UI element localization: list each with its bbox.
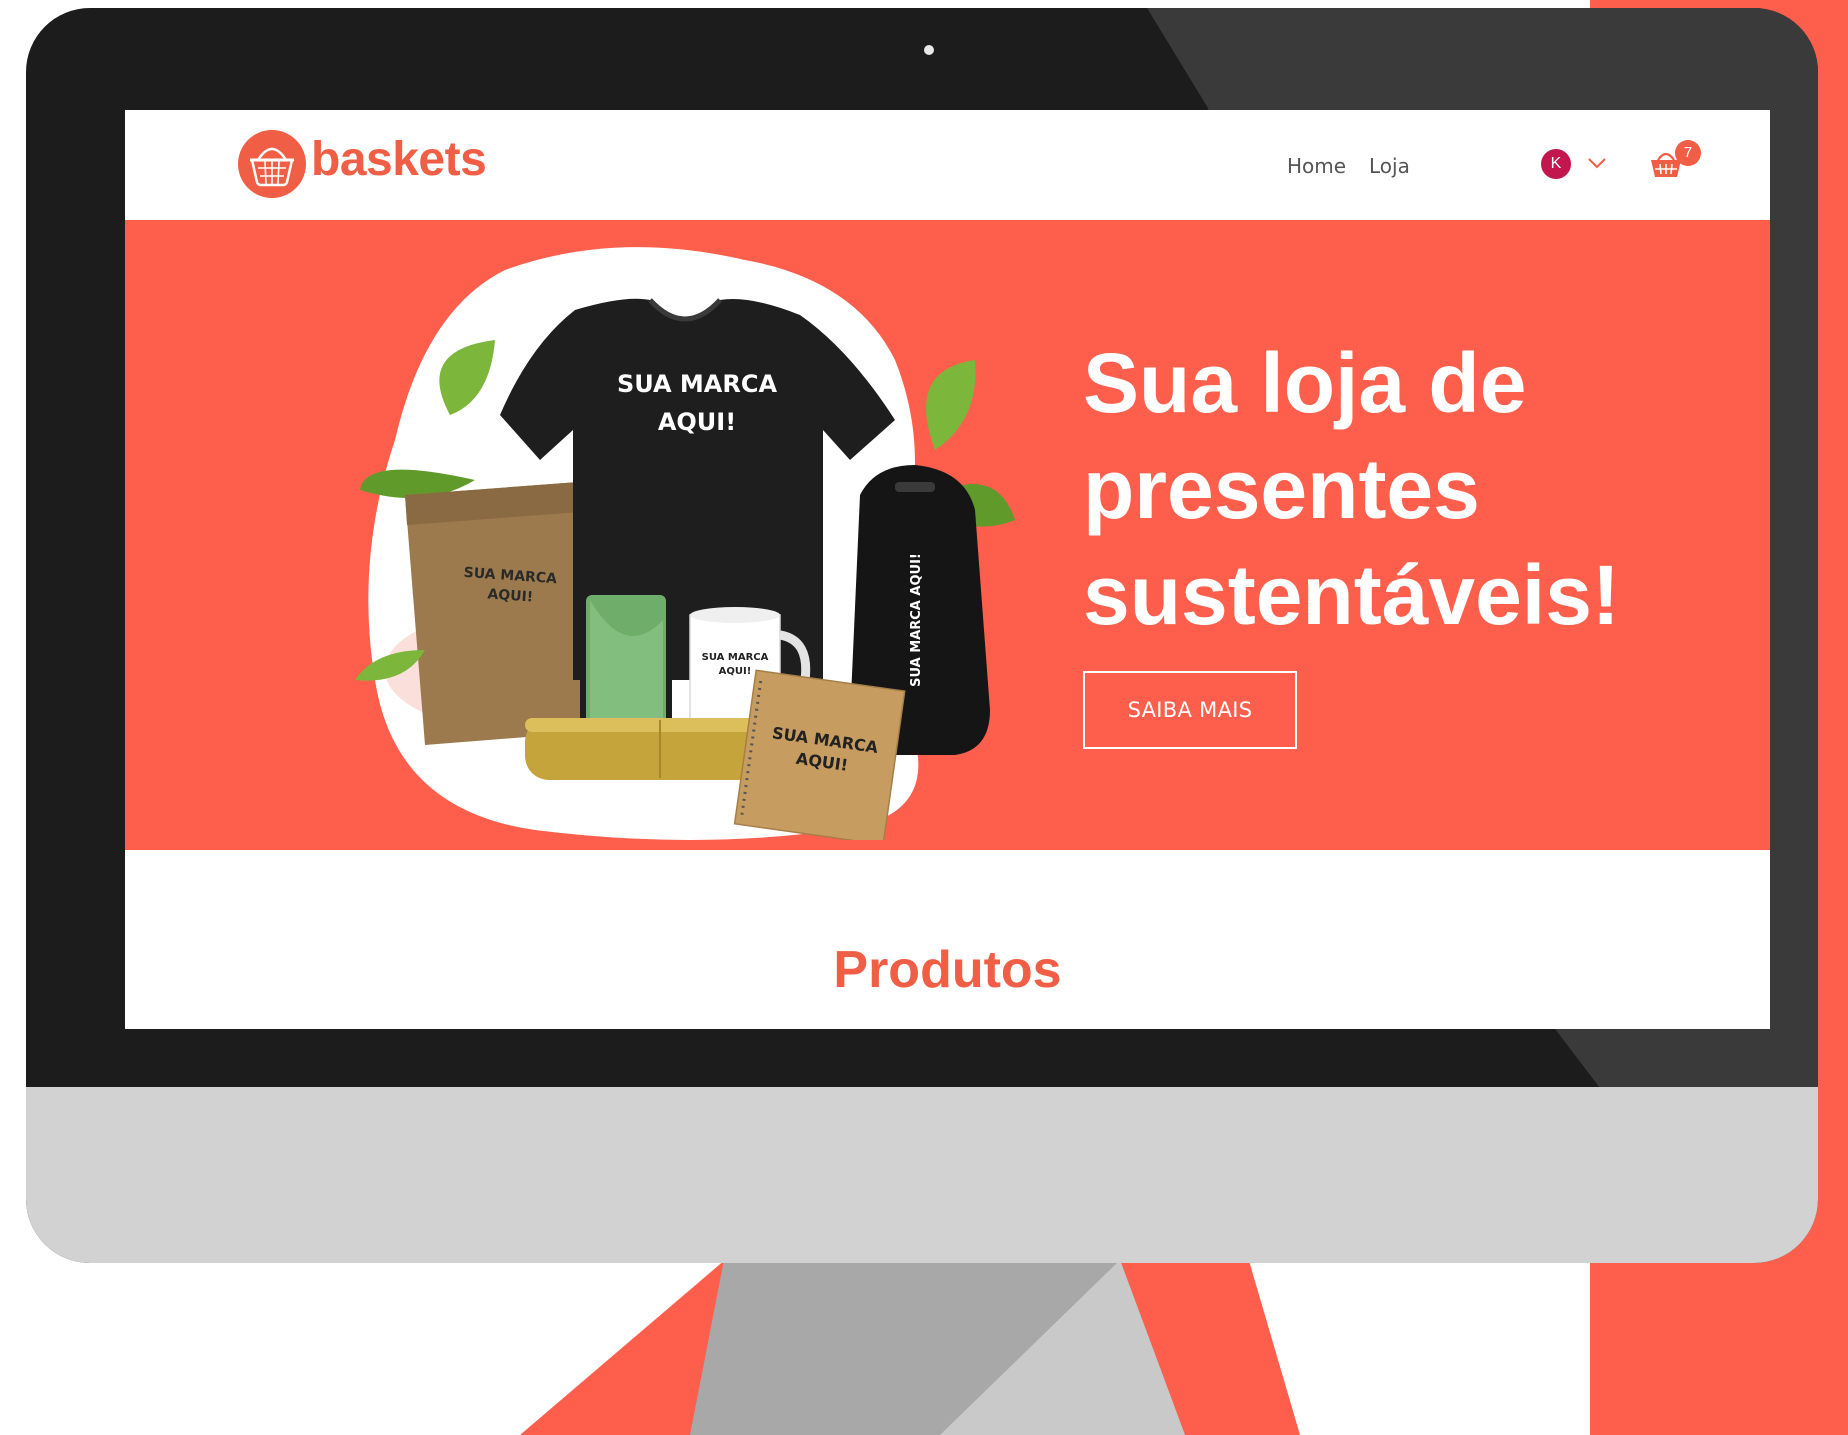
monitor: baskets Home Loja K 7 SUA MARCA AQUI! SU… [26, 8, 1818, 1263]
account-avatar[interactable]: K [1541, 149, 1571, 179]
chevron-down-icon[interactable] [1587, 156, 1607, 170]
nav-home[interactable]: Home [1287, 156, 1346, 176]
hero-headline: Sua loja de presentes sustentáveis! [1083, 336, 1620, 642]
bag-brand-text-2: AQUI! [487, 586, 534, 605]
mug-brand-text: SUA MARCA [702, 652, 769, 663]
logo-text[interactable]: baskets [311, 136, 487, 184]
tshirt-brand-text-2: AQUI! [658, 408, 736, 436]
mug-brand-text-2: AQUI! [719, 666, 752, 677]
nav-loja[interactable]: Loja [1369, 156, 1410, 176]
website-screen: baskets Home Loja K 7 SUA MARCA AQUI! SU… [125, 110, 1770, 1029]
cart-count-badge: 7 [1675, 140, 1701, 166]
basket-icon[interactable] [238, 130, 306, 198]
products-section-title: Produtos [833, 941, 1062, 999]
site-header: baskets Home Loja K 7 [125, 110, 1770, 220]
camera-dot [924, 45, 934, 55]
monitor-chin [26, 1087, 1818, 1263]
hero-product-image: SUA MARCA AQUI! SUA MARCA AQUI! SUA MARC… [355, 247, 1015, 840]
tshirt-brand-text: SUA MARCA [617, 370, 778, 398]
hero-banner: SUA MARCA AQUI! SUA MARCA AQUI! SUA MARC… [125, 220, 1770, 850]
saiba-mais-button[interactable]: SAIBA MAIS [1083, 671, 1297, 749]
cart-button[interactable]: 7 [1649, 140, 1709, 184]
backpack-brand-text: SUA MARCA AQUI! [909, 553, 924, 687]
